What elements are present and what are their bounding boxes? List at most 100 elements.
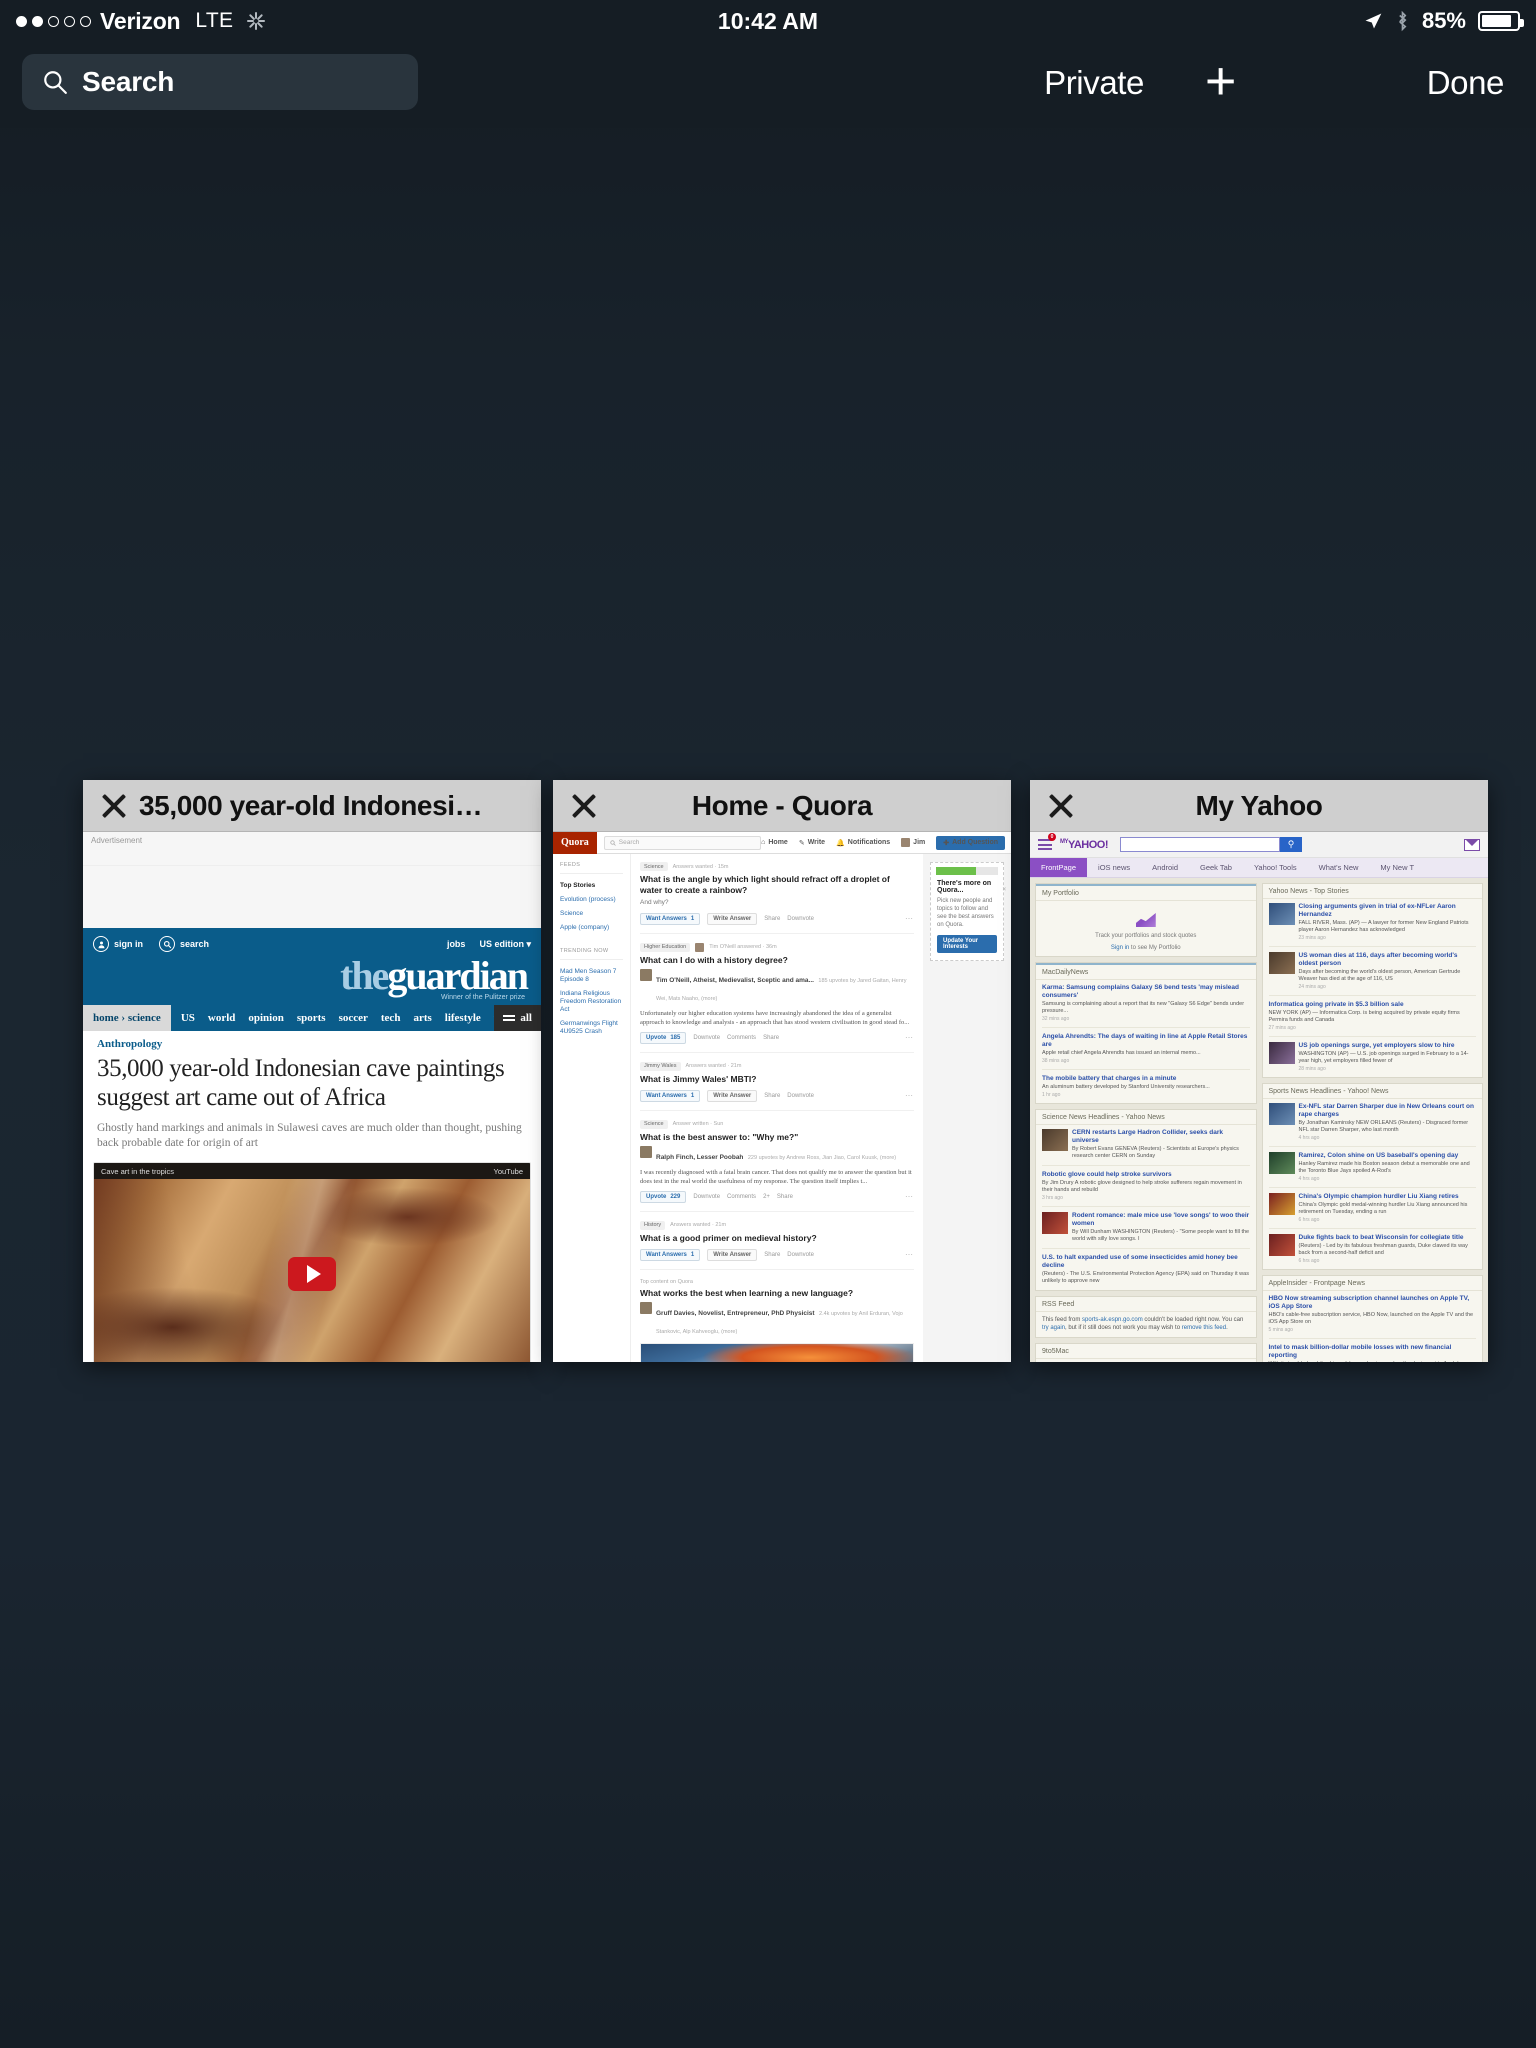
news-title[interactable]: Karma: Samsung complains Galaxy S6 bend … xyxy=(1042,984,1250,1000)
edition-selector[interactable]: US edition ▾ xyxy=(479,939,531,950)
news-item[interactable]: US job openings surge, yet employers slo… xyxy=(1268,1042,1477,1072)
more-options-icon[interactable]: ⋯ xyxy=(905,1192,914,1201)
tab-card-quora[interactable]: Home - Quora Quora Search ⌂ Home ✎ Write… xyxy=(553,780,1011,1362)
question-title[interactable]: What can I do with a history degree? xyxy=(640,955,914,966)
topic-badge[interactable]: Jimmy Wales xyxy=(640,1061,681,1071)
downvote-link[interactable]: Downvote xyxy=(787,1252,814,1258)
nav-item-arts[interactable]: arts xyxy=(413,1012,431,1024)
news-item[interactable]: US woman dies at 116, days after becomin… xyxy=(1268,952,1477,996)
yahoo-logo[interactable]: MYYAHOO! xyxy=(1060,839,1109,851)
news-item[interactable]: Ex-NFL star Darren Sharper due in New Or… xyxy=(1268,1103,1477,1147)
news-title[interactable]: CERN restarts Large Hadron Collider, see… xyxy=(1072,1129,1250,1145)
mail-icon[interactable] xyxy=(1464,838,1480,851)
upvote-button[interactable]: Upvote 229 xyxy=(640,1190,687,1203)
more-options-icon[interactable]: ⋯ xyxy=(905,1250,914,1259)
close-icon[interactable] xyxy=(99,791,129,821)
tab-card-guardian[interactable]: 35,000 year-old Indonesian cav... Advert… xyxy=(83,780,541,1362)
topic-badge[interactable]: Science xyxy=(640,1119,668,1129)
question-title[interactable]: What is the angle by which light should … xyxy=(640,874,914,896)
sidebar-item-science[interactable]: Science xyxy=(560,910,623,918)
close-icon[interactable] xyxy=(569,791,599,821)
rss-feed-url-link[interactable]: sports-ak.espn.go.com xyxy=(1082,1317,1143,1323)
tab-my-new-tab[interactable]: My New T xyxy=(1369,858,1425,877)
author-name[interactable]: Ralph Finch, Lesser Poobah xyxy=(656,1154,743,1161)
news-item[interactable]: Rodent romance: male mice use 'love song… xyxy=(1042,1212,1250,1249)
quora-search-input[interactable]: Search xyxy=(603,835,762,850)
close-icon[interactable] xyxy=(1046,791,1076,821)
write-answer-button[interactable]: Write Answer xyxy=(707,1089,758,1102)
news-title[interactable]: Angela Ahrendts: The days of waiting in … xyxy=(1042,1033,1250,1049)
tab-android[interactable]: Android xyxy=(1141,858,1189,877)
sign-in-link[interactable]: Sign in xyxy=(1111,945,1129,951)
want-answers-button[interactable]: Want Answers 1 xyxy=(640,1248,701,1261)
news-item[interactable]: Angela Ahrendts: The days of waiting in … xyxy=(1042,1033,1250,1070)
more-options-icon[interactable]: ⋯ xyxy=(905,1091,914,1100)
news-title[interactable]: HBO Now streaming subscription channel l… xyxy=(1269,1295,1477,1311)
all-sections-button[interactable]: all xyxy=(494,1005,541,1031)
quora-nav-notifications[interactable]: 🔔 Notifications xyxy=(836,839,890,847)
topic-badge[interactable]: History xyxy=(640,1220,666,1230)
author-name[interactable]: Gruff Davies, Novelist, Entrepreneur, Ph… xyxy=(656,1310,815,1317)
news-item[interactable]: CERN restarts Large Hadron Collider, see… xyxy=(1042,1129,1250,1166)
nav-item-soccer[interactable]: soccer xyxy=(339,1012,368,1024)
question-title[interactable]: What is a good primer on medieval histor… xyxy=(640,1233,914,1244)
news-item[interactable]: China's Olympic champion hurdler Liu Xia… xyxy=(1268,1193,1476,1229)
remove-feed-link[interactable]: remove this feed xyxy=(1182,1325,1226,1331)
tab-geek-tab[interactable]: Geek Tab xyxy=(1189,858,1243,877)
close-icon[interactable]: × xyxy=(1002,887,1006,893)
news-item[interactable]: U.S. to halt expanded use of some insect… xyxy=(1042,1254,1250,1285)
author-name[interactable]: Tim O'Neill, Atheist, Medievalist, Scept… xyxy=(656,977,814,984)
question-title[interactable]: What works the best when learning a new … xyxy=(640,1288,914,1299)
news-title[interactable]: US woman dies at 116, days after becomin… xyxy=(1299,952,1477,968)
trending-item-indiana-rfra[interactable]: Indiana Religious Freedom Restoration Ac… xyxy=(560,990,623,1014)
breadcrumb[interactable]: home › science xyxy=(83,1005,171,1031)
play-button-icon[interactable] xyxy=(288,1257,336,1291)
news-item[interactable]: The mobile battery that charges in a min… xyxy=(1042,1075,1250,1098)
news-item[interactable]: Intel to mask billion-dollar mobile loss… xyxy=(1269,1344,1477,1362)
tab-yahoo-tools[interactable]: Yahoo! Tools xyxy=(1243,858,1308,877)
share-link[interactable]: Share xyxy=(764,1252,780,1258)
jobs-link[interactable]: jobs xyxy=(447,939,466,950)
feed-item[interactable]: Top content on Quora What works the best… xyxy=(640,1279,914,1362)
topic-badge[interactable]: Higher Education xyxy=(640,942,691,952)
yahoo-search[interactable]: ⚲ xyxy=(1120,837,1302,852)
search-icon[interactable]: ⚲ xyxy=(1280,837,1302,852)
guardian-search-link[interactable]: search xyxy=(159,936,209,952)
write-answer-button[interactable]: Write Answer xyxy=(707,1248,758,1261)
comments-link[interactable]: Comments xyxy=(727,1194,756,1200)
feed-item[interactable]: Higher Education Tim O'Neill answered · 3… xyxy=(640,942,914,1053)
comments-link[interactable]: Comments xyxy=(727,1035,756,1041)
news-item[interactable]: Karma: Samsung complains Galaxy S6 bend … xyxy=(1042,984,1250,1028)
news-item[interactable]: Closing arguments given in trial of ex-N… xyxy=(1268,903,1477,947)
news-item[interactable]: Ramirez, Colon shine on US baseball's op… xyxy=(1268,1152,1476,1188)
feed-item[interactable]: History Answers wanted · 21m What is a go… xyxy=(640,1220,914,1270)
quora-nav-write[interactable]: ✎ Write xyxy=(799,839,825,847)
upvote-button[interactable]: Upvote 185 xyxy=(640,1031,687,1044)
downvote-link[interactable]: Downvote xyxy=(693,1194,720,1200)
downvote-link[interactable]: Downvote xyxy=(787,1093,814,1099)
sidebar-item-evolution[interactable]: Evolution (process) xyxy=(560,896,623,904)
add-question-button[interactable]: ✚ Add Question xyxy=(936,835,1005,850)
downvote-link[interactable]: Downvote xyxy=(787,916,814,922)
nav-item-tech[interactable]: tech xyxy=(381,1012,401,1024)
article-kicker[interactable]: Anthropology xyxy=(97,1038,527,1050)
feed-item[interactable]: Jimmy Wales Answers wanted · 21m What is … xyxy=(640,1061,914,1111)
feed-item[interactable]: Science Answers wanted · 15m What is the … xyxy=(640,862,914,934)
share-link[interactable]: Share xyxy=(764,916,780,922)
trending-item-mad-men[interactable]: Mad Men Season 7 Episode 8 xyxy=(560,968,623,984)
nav-item-world[interactable]: world xyxy=(208,1012,236,1024)
quora-logo[interactable]: Quora xyxy=(553,832,597,854)
news-title[interactable]: Ex-NFL star Darren Sharper due in New Or… xyxy=(1299,1103,1477,1119)
question-title[interactable]: What is the best answer to: "Why me?" xyxy=(640,1132,914,1143)
tab-card-yahoo[interactable]: My Yahoo 0 MYYAHOO! ⚲ FrontPage iOS news… xyxy=(1030,780,1488,1362)
sidebar-item-apple[interactable]: Apple (company) xyxy=(560,924,623,932)
sidebar-item-top-stories[interactable]: Top Stories xyxy=(560,882,623,890)
news-title[interactable]: Closing arguments given in trial of ex-N… xyxy=(1299,903,1477,919)
nav-item-lifestyle[interactable]: lifestyle xyxy=(445,1012,481,1024)
more-options-icon[interactable]: ⋯ xyxy=(905,914,914,923)
news-item[interactable]: Duke fights back to beat Wisconsin for c… xyxy=(1268,1234,1477,1264)
trending-item-germanwings[interactable]: Germanwings Flight 4U9525 Crash xyxy=(560,1020,623,1036)
news-title[interactable]: The mobile battery that charges in a min… xyxy=(1042,1075,1250,1083)
news-item[interactable]: Informatica going private in $5.3 billio… xyxy=(1268,1001,1476,1037)
share-link[interactable]: Share xyxy=(777,1194,793,1200)
